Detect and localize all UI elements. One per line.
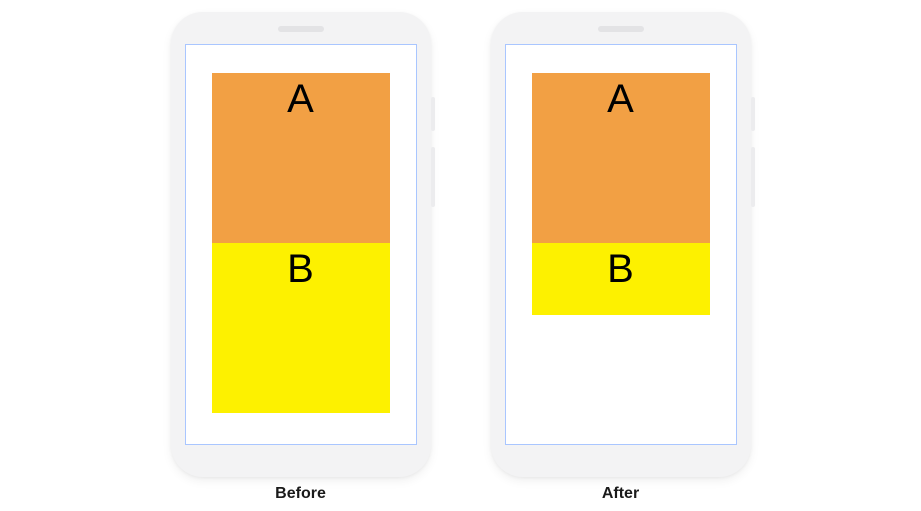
phone-power-button [431,97,435,131]
block-label: B [607,249,634,315]
block-a: A [212,73,390,243]
phone-screen: A B [185,44,417,445]
layout-stack: A B [212,73,390,413]
block-a: A [532,73,710,243]
phone-volume-button [751,147,755,207]
phone-speaker [598,26,644,32]
block-b: B [532,243,710,315]
block-label: B [287,249,314,413]
phone-caption: After [602,485,639,503]
block-label: A [287,79,314,243]
phone-power-button [751,97,755,131]
phone-speaker [278,26,324,32]
phone-before-wrap: A B Before [171,12,431,503]
phone-mockup: A B [171,12,431,477]
diagram-stage: A B Before A B [0,0,921,511]
layout-stack: A B [532,73,710,315]
phone-mockup: A B [491,12,751,477]
phone-caption: Before [275,485,326,503]
block-label: A [607,79,634,243]
phone-screen: A B [505,44,737,445]
block-b: B [212,243,390,413]
phone-after-wrap: A B After [491,12,751,503]
phone-volume-button [431,147,435,207]
